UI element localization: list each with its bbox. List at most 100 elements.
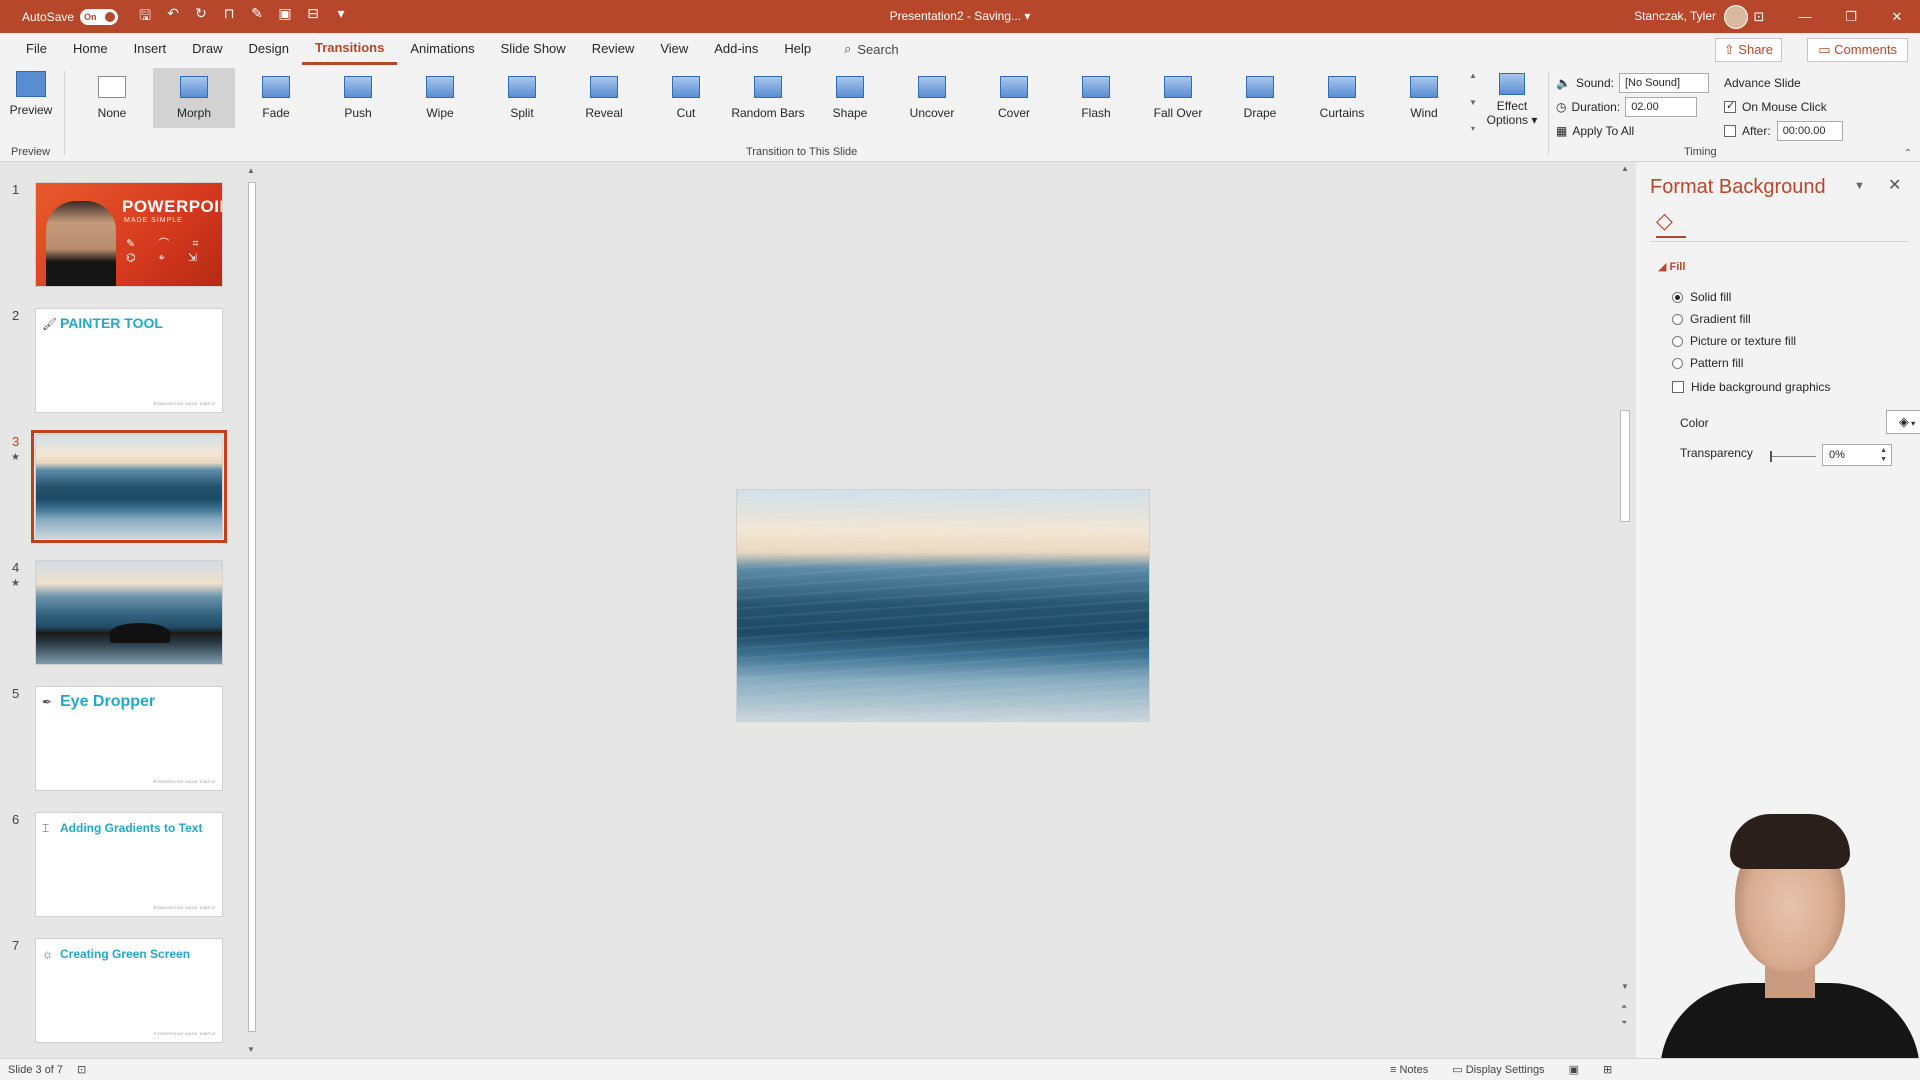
transition-uncover[interactable]: Uncover: [891, 68, 973, 128]
close-icon[interactable]: ✕: [1888, 175, 1901, 195]
transparency-input[interactable]: 0% ▲ ▼: [1822, 444, 1892, 466]
tab-file[interactable]: File: [13, 33, 60, 65]
transition-curtains[interactable]: Curtains: [1301, 68, 1383, 128]
on-mouse-click-checkbox[interactable]: [1724, 99, 1736, 113]
transparency-slider[interactable]: [1770, 451, 1816, 462]
transition-wipe[interactable]: Wipe: [399, 68, 481, 128]
slide-thumbnail-6[interactable]: 6 ⌶ Adding Gradients to Text POWERPOINT …: [0, 800, 240, 917]
slide-thumbnail-5[interactable]: 5 ✒ Eye Dropper POWERPOINT MADE SIMPLE: [0, 674, 240, 791]
transition-shape[interactable]: Shape: [809, 68, 891, 128]
tab-animations[interactable]: Animations: [397, 33, 487, 65]
slide-preview[interactable]: ⌶ Adding Gradients to Text POWERPOINT MA…: [35, 812, 223, 917]
slide-sorter-icon[interactable]: ⊞: [1603, 1063, 1612, 1076]
slide-preview[interactable]: 🖌 PAINTER TOOL POWERPOINT MADE SIMPLE: [35, 308, 223, 413]
hide-graphics-option[interactable]: Hide background graphics: [1672, 380, 1830, 394]
transition-flash[interactable]: Flash: [1055, 68, 1137, 128]
slide-thumbnail-4[interactable]: 4 ★: [0, 548, 240, 665]
pattern-fill-option[interactable]: Pattern fill: [1672, 356, 1743, 370]
save-icon[interactable]: 🖫: [136, 5, 154, 29]
hide-graphics-checkbox[interactable]: [1672, 381, 1684, 393]
transition-fade[interactable]: Fade: [235, 68, 317, 128]
preview-button[interactable]: Preview: [8, 71, 54, 117]
minimize-icon[interactable]: —: [1782, 0, 1828, 33]
gradient-fill-option[interactable]: Gradient fill: [1672, 312, 1751, 326]
slide-preview[interactable]: [35, 560, 223, 665]
tab-draw[interactable]: Draw: [179, 33, 235, 65]
scrollbar-thumb[interactable]: [248, 182, 256, 1032]
tab-insert[interactable]: Insert: [121, 33, 180, 65]
ribbon-display-icon[interactable]: ⊡: [1736, 0, 1782, 33]
tab-add-ins[interactable]: Add-ins: [701, 33, 771, 65]
redo-icon[interactable]: ↻: [192, 5, 210, 29]
tab-help[interactable]: Help: [771, 33, 824, 65]
thumbnail-scrollbar[interactable]: ▲ ▼: [246, 166, 258, 1054]
shapes-icon[interactable]: ▣: [276, 5, 294, 29]
pattern-fill-radio[interactable]: [1672, 357, 1683, 369]
accessibility-icon[interactable]: ⊡: [77, 1063, 86, 1076]
fill-bucket-icon[interactable]: ◇: [1656, 208, 1686, 238]
solid-fill-radio[interactable]: [1672, 291, 1683, 303]
search-box[interactable]: ⌕ Search: [844, 41, 898, 57]
notes-button[interactable]: ≡ Notes: [1390, 1064, 1428, 1076]
color-picker-button[interactable]: ◈ ▾: [1886, 410, 1920, 434]
solid-fill-option[interactable]: Solid fill: [1672, 290, 1731, 304]
restore-icon[interactable]: ❐: [1828, 0, 1874, 33]
autosave-toggle[interactable]: On: [80, 8, 119, 25]
slide-counter[interactable]: Slide 3 of 7: [8, 1064, 63, 1076]
slide-thumbnail-7[interactable]: 7 ☼ Creating Green Screen POWERPOINT MAD…: [0, 926, 240, 1043]
comments-button[interactable]: ▭ Comments: [1807, 38, 1908, 62]
chevron-down-icon[interactable]: ▾: [1024, 9, 1030, 23]
present-icon[interactable]: ⊓: [220, 5, 238, 29]
align-icon[interactable]: ⊟: [304, 5, 322, 29]
transition-random-bars[interactable]: Random Bars: [727, 68, 809, 128]
tab-transitions[interactable]: Transitions: [301, 33, 398, 65]
slide-thumbnail-2[interactable]: 2 🖌 PAINTER TOOL POWERPOINT MADE SIMPLE: [0, 296, 240, 413]
transition-reveal[interactable]: Reveal: [563, 68, 645, 128]
slide-preview[interactable]: [31, 430, 227, 543]
tab-design[interactable]: Design: [236, 33, 302, 65]
slide-thumbnail-1[interactable]: 1 POWERPOINT MADE SIMPLE ✎ ⌒ ⌗ ⌬ ⌖ ⇲: [0, 170, 240, 287]
transition-split[interactable]: Split: [481, 68, 563, 128]
tab-review[interactable]: Review: [579, 33, 648, 65]
customize-qat-icon[interactable]: ▾: [332, 5, 350, 29]
current-slide[interactable]: [736, 489, 1150, 722]
transition-fall-over[interactable]: Fall Over: [1137, 68, 1219, 128]
gradient-fill-radio[interactable]: [1672, 313, 1683, 325]
close-icon[interactable]: ✕: [1874, 0, 1920, 33]
apply-to-all-button[interactable]: ▦ Apply To All: [1556, 119, 1709, 143]
transition-wind[interactable]: Wind: [1383, 68, 1465, 128]
after-input[interactable]: 00:00.00: [1776, 121, 1843, 141]
user-name[interactable]: Stanczak, Tyler: [1634, 9, 1716, 23]
transition-drape[interactable]: Drape: [1219, 68, 1301, 128]
chevron-down-icon[interactable]: ▼: [247, 1045, 255, 1054]
chevron-up-icon[interactable]: ▲: [247, 166, 255, 175]
slide-editing-canvas[interactable]: [264, 162, 1624, 1058]
chevron-down-icon[interactable]: ▼: [1621, 982, 1629, 991]
chevron-down-icon[interactable]: ▼: [1469, 98, 1477, 107]
more-icon[interactable]: ▾: [1471, 124, 1475, 133]
transition-morph[interactable]: Morph: [153, 68, 235, 128]
document-title[interactable]: Presentation2 - Saving...: [890, 9, 1021, 23]
transition-none[interactable]: None: [71, 68, 153, 128]
scrollbar-thumb[interactable]: [1620, 410, 1630, 522]
effect-options-button[interactable]: Effect Options ▾: [1486, 73, 1538, 127]
undo-icon[interactable]: ↶: [164, 5, 182, 29]
slide-thumbnail-3[interactable]: 3 ★: [0, 422, 240, 543]
transition-cover[interactable]: Cover: [973, 68, 1055, 128]
normal-view-icon[interactable]: ▣: [1569, 1063, 1579, 1076]
transition-cut[interactable]: Cut: [645, 68, 727, 128]
slide-preview[interactable]: ☼ Creating Green Screen POWERPOINT MADE …: [35, 938, 223, 1043]
picture-fill-option[interactable]: Picture or texture fill: [1672, 334, 1796, 348]
transition-push[interactable]: Push: [317, 68, 399, 128]
share-button[interactable]: ⇧ Share: [1714, 38, 1782, 62]
picture-fill-radio[interactable]: [1672, 335, 1683, 347]
collapse-ribbon-icon[interactable]: ⌃: [1904, 148, 1912, 159]
after-checkbox[interactable]: [1724, 125, 1736, 137]
format-painter-icon[interactable]: ✎: [248, 5, 266, 29]
previous-slide-icon[interactable]: ⏶: [1621, 1002, 1627, 1012]
chevron-up-icon[interactable]: ▲: [1621, 164, 1629, 173]
next-slide-icon[interactable]: ⏷: [1621, 1018, 1627, 1028]
canvas-scrollbar[interactable]: ▲ ▼ ⏶ ⏷: [1618, 162, 1632, 1058]
tab-slide-show[interactable]: Slide Show: [488, 33, 579, 65]
tab-view[interactable]: View: [647, 33, 701, 65]
